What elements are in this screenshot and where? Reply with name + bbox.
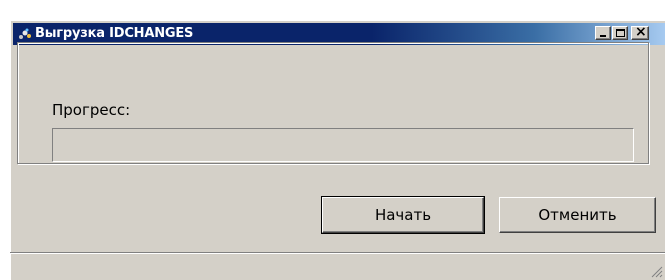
progress-label: Прогресс: bbox=[52, 101, 131, 119]
close-button[interactable]: × bbox=[631, 24, 649, 40]
maximize-icon bbox=[616, 29, 625, 37]
minimize-button[interactable] bbox=[595, 26, 611, 40]
window-title: Выгрузка IDCHANGES bbox=[35, 26, 194, 41]
start-button[interactable]: Начать bbox=[321, 196, 485, 234]
minimize-icon bbox=[600, 35, 606, 37]
resize-grip-icon[interactable] bbox=[651, 266, 663, 278]
cancel-button[interactable]: Отменить bbox=[499, 197, 656, 233]
maximize-button[interactable] bbox=[612, 26, 628, 40]
progress-bar bbox=[52, 128, 634, 162]
close-icon: × bbox=[635, 24, 647, 40]
status-bar bbox=[10, 252, 665, 280]
app-icon bbox=[17, 27, 33, 41]
